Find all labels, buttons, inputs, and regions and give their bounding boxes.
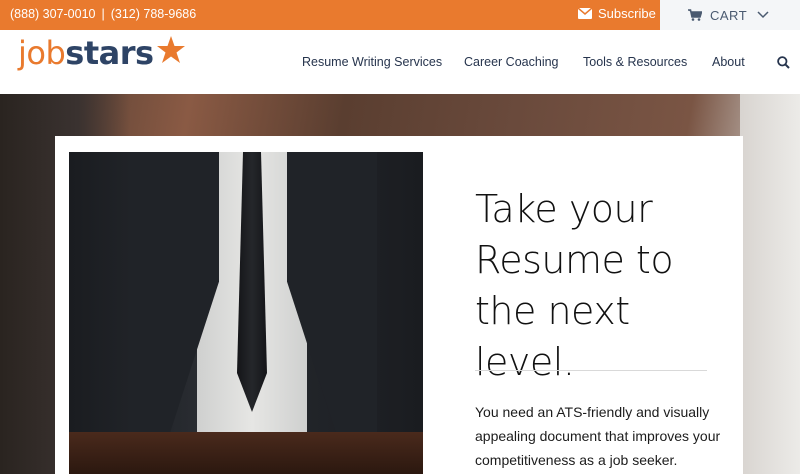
logo-job-text: job [18, 34, 66, 72]
subscribe-label: Subscribe [598, 6, 656, 21]
phone-numbers: (888) 307-0010 | (312) 788-9686 [10, 7, 196, 21]
nav-about[interactable]: About [712, 55, 745, 69]
phone-separator: | [101, 7, 105, 21]
headline-line-1: Take your [475, 187, 653, 231]
cart-icon [688, 9, 702, 21]
search-icon[interactable] [777, 56, 790, 69]
hero-background-right [740, 94, 800, 474]
top-bar: (888) 307-0010 | (312) 788-9686 Subscribe … [0, 0, 800, 30]
nav-career-coaching[interactable]: Career Coaching [464, 55, 559, 69]
hero-section: Take your Resume to the next level. You … [0, 94, 800, 474]
hero-photo [69, 152, 423, 474]
cart-label: CART [710, 7, 748, 23]
headline-line-2: Resume to [475, 238, 674, 282]
logo-stars-text: stars [65, 34, 154, 72]
hero-body-text: You need an ATS-friendly and visually ap… [475, 404, 721, 468]
jobstars-logo[interactable]: job stars [18, 34, 186, 72]
site-header: job stars Resume Writing Services Career … [0, 30, 800, 94]
headline-line-3: the next level. [475, 289, 630, 384]
subscribe-link[interactable]: Subscribe [578, 6, 656, 21]
hero-card: Take your Resume to the next level. You … [55, 136, 743, 474]
nav-resume-writing-services[interactable]: Resume Writing Services [302, 55, 442, 69]
nav-tools-resources[interactable]: Tools & Resources [583, 55, 687, 69]
phone-link-2[interactable]: (312) 788-9686 [111, 7, 196, 21]
photo-table [69, 432, 423, 474]
star-icon [156, 36, 185, 63]
phone-link-1[interactable]: (888) 307-0010 [10, 7, 95, 21]
hero-divider [475, 370, 707, 371]
hero-headline: Take your Resume to the next level. [475, 184, 735, 388]
chevron-down-icon [757, 11, 769, 19]
cart-button[interactable]: CART [660, 0, 800, 30]
envelope-icon [578, 8, 592, 19]
